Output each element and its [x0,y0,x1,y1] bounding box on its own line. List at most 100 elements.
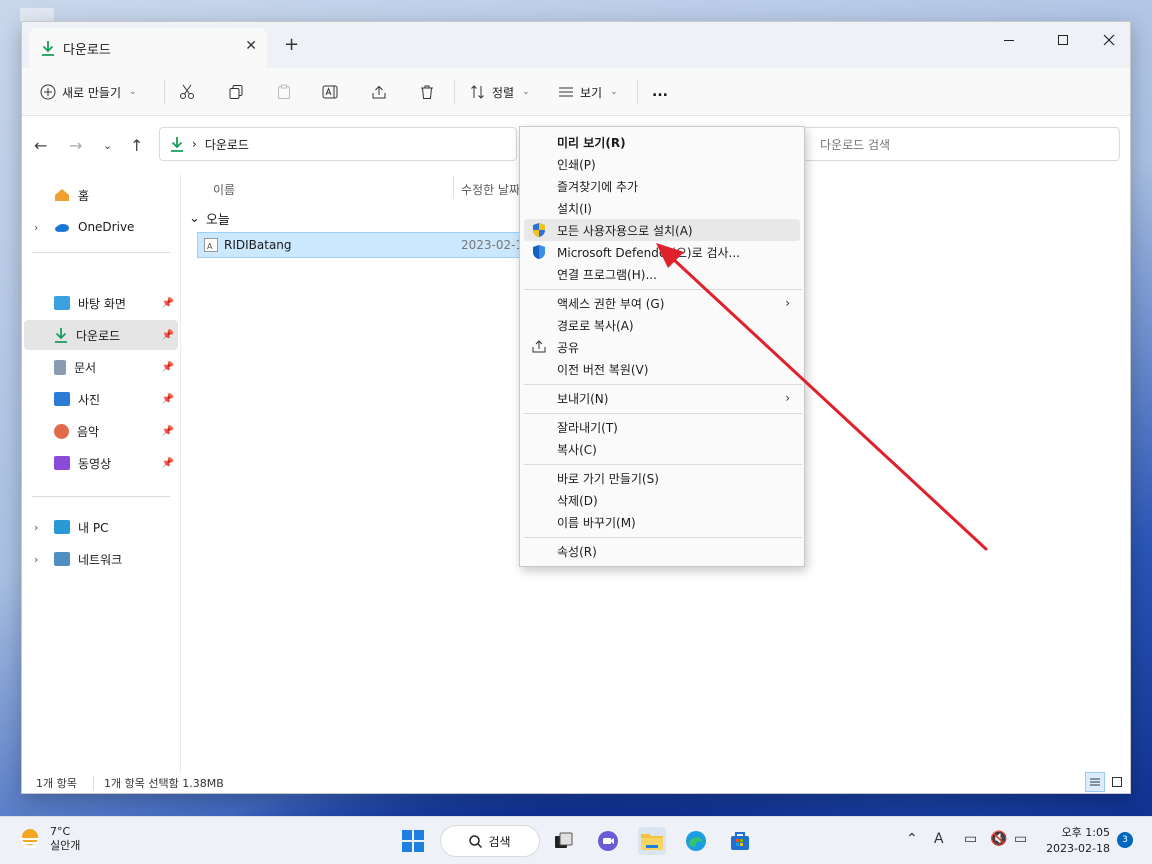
picture-icon [54,392,70,406]
menu-item-print[interactable]: 인쇄(P) [524,153,800,175]
pin-icon: 📌 [161,393,174,405]
desktop-shortcut-icon[interactable] [20,8,54,22]
column-header-date[interactable]: 수정한 날짜 [461,174,520,204]
item-count: 1개 항목 [36,777,77,790]
tiles-view-button[interactable] [1107,772,1127,792]
menu-item-preview[interactable]: 미리 보기(R) [524,131,800,153]
details-view-button[interactable] [1085,772,1105,792]
menu-item-properties[interactable]: 속성(R) [524,540,800,562]
menu-item-open-with[interactable]: 연결 프로그램(H)... [524,263,800,285]
paste-button[interactable] [276,78,292,106]
task-view-button[interactable] [550,827,578,855]
expand-chevron-icon[interactable]: › [34,521,38,534]
breadcrumb[interactable]: 다운로드 [205,136,249,153]
menu-item-create-shortcut[interactable]: 바로 가기 만들기(S) [524,467,800,489]
sidebar-item-label: 홈 [78,188,90,203]
share-button[interactable] [371,78,387,106]
cloud-icon [55,224,69,232]
volume-icon[interactable]: 🔇 [990,831,1007,847]
sidebar-item-documents[interactable]: 문서 📌 [24,352,178,382]
menu-item-defender-scan[interactable]: Microsoft Defender(으)로 검사... [524,241,800,263]
minimize-button[interactable] [986,26,1032,54]
cut-button[interactable] [179,78,195,106]
file-explorer-taskbar-button[interactable] [638,827,666,855]
tab-downloads[interactable]: 다운로드 ✕ [29,28,267,68]
store-icon [731,832,749,850]
menu-item-send-to[interactable]: 보내기(N) › [524,387,800,409]
maximize-button[interactable] [1040,26,1086,54]
menu-item-install[interactable]: 설치(I) [524,197,800,219]
menu-item-install-all-users[interactable]: 모든 사용자용으로 설치(A) [524,219,800,241]
delete-button[interactable] [419,78,435,106]
menu-item-delete[interactable]: 삭제(D) [524,489,800,511]
menu-item-copy[interactable]: 복사(C) [524,438,800,460]
menu-item-copy-path[interactable]: 경로로 복사(A) [524,314,800,336]
svg-text:A: A [207,242,213,251]
sidebar-item-network[interactable]: › 네트워크 [24,544,178,574]
sidebar-item-label: 음악 [77,424,100,439]
tab-close-icon[interactable]: ✕ [245,38,257,54]
sidebar-item-onedrive[interactable]: › OneDrive [24,212,178,242]
notification-badge[interactable]: 3 [1117,832,1133,848]
up-arrow-icon[interactable]: ↑ [130,136,143,155]
search-input[interactable]: 다운로드 검색 [803,127,1120,161]
folder-icon [641,834,663,850]
sidebar-item-home[interactable]: 홈 [24,180,178,210]
back-arrow-icon[interactable]: ← [34,136,47,155]
copy-button[interactable] [228,78,244,106]
show-hidden-icons-chevron-icon[interactable]: ⌃ [906,831,918,847]
menu-separator [524,289,802,290]
menu-item-share[interactable]: 공유 [524,336,800,358]
taskbar-search[interactable]: 검색 [440,825,540,857]
expand-chevron-icon[interactable]: › [34,221,38,234]
column-divider[interactable] [453,176,454,198]
sidebar-item-music[interactable]: 음악 📌 [24,416,178,446]
new-button[interactable]: 새로 만들기 ⌄ [40,78,137,106]
ime-indicator-icon[interactable]: A [934,831,944,847]
forward-arrow-icon[interactable]: → [69,136,82,155]
minimize-icon [1004,39,1014,41]
sidebar-item-desktop[interactable]: 바탕 화면 📌 [24,288,178,318]
menu-item-add-favorite[interactable]: 즐겨찾기에 추가 [524,175,800,197]
edge-icon [686,831,706,851]
menu-item-cut[interactable]: 잘라내기(T) [524,416,800,438]
menu-separator [524,413,802,414]
address-input[interactable]: › 다운로드 [159,127,517,161]
pc-icon [54,520,70,534]
recent-chevron-icon[interactable]: ⌄ [103,139,112,152]
table-row[interactable]: A RIDIBatang 2023-02-1 [197,232,527,258]
sidebar-item-label: 네트워크 [78,552,123,567]
menu-item-give-access[interactable]: 액세스 권한 부여 (G) › [524,292,800,314]
new-tab-button[interactable]: + [284,34,299,55]
more-options-button[interactable]: ... [652,78,668,106]
tiles-view-icon [1112,777,1122,787]
sidebar-item-downloads[interactable]: 다운로드 📌 [24,320,178,350]
menu-item-restore-previous[interactable]: 이전 버전 복원(V) [524,358,800,380]
group-header[interactable]: ⌄ 오늘 [189,209,230,228]
sidebar-item-pictures[interactable]: 사진 📌 [24,384,178,414]
menu-separator [524,537,802,538]
status-bar: 1개 항목 1개 항목 선택함 1.38MB [22,772,1130,794]
teams-chat-button[interactable] [594,827,622,855]
breadcrumb-separator-icon: › [192,137,197,151]
store-button[interactable] [726,827,754,855]
desktop-icon [54,296,70,310]
view-button[interactable]: 보기 ⌄ [558,78,618,106]
display-icon[interactable]: ▭ [964,831,977,847]
column-header-name[interactable]: 이름 [213,174,235,204]
rename-button[interactable] [322,78,340,106]
weather-widget[interactable]: 7°C 실안개 [18,825,80,853]
menu-item-label: 공유 [557,340,580,355]
expand-chevron-icon[interactable]: › [34,553,38,566]
sidebar-item-this-pc[interactable]: › 내 PC [24,512,178,542]
edge-browser-button[interactable] [682,827,710,855]
sort-icon [471,85,484,99]
menu-item-rename[interactable]: 이름 바꾸기(M) [524,511,800,533]
sort-button[interactable]: 정렬 ⌄ [470,78,530,106]
close-button[interactable] [1086,26,1132,54]
battery-icon[interactable]: ▭ [1014,831,1027,847]
clock[interactable]: 오후 1:05 2023-02-18 [1040,825,1110,857]
start-button[interactable] [399,827,427,855]
tab-title: 다운로드 [63,42,111,58]
sidebar-item-videos[interactable]: 동영상 📌 [24,448,178,478]
